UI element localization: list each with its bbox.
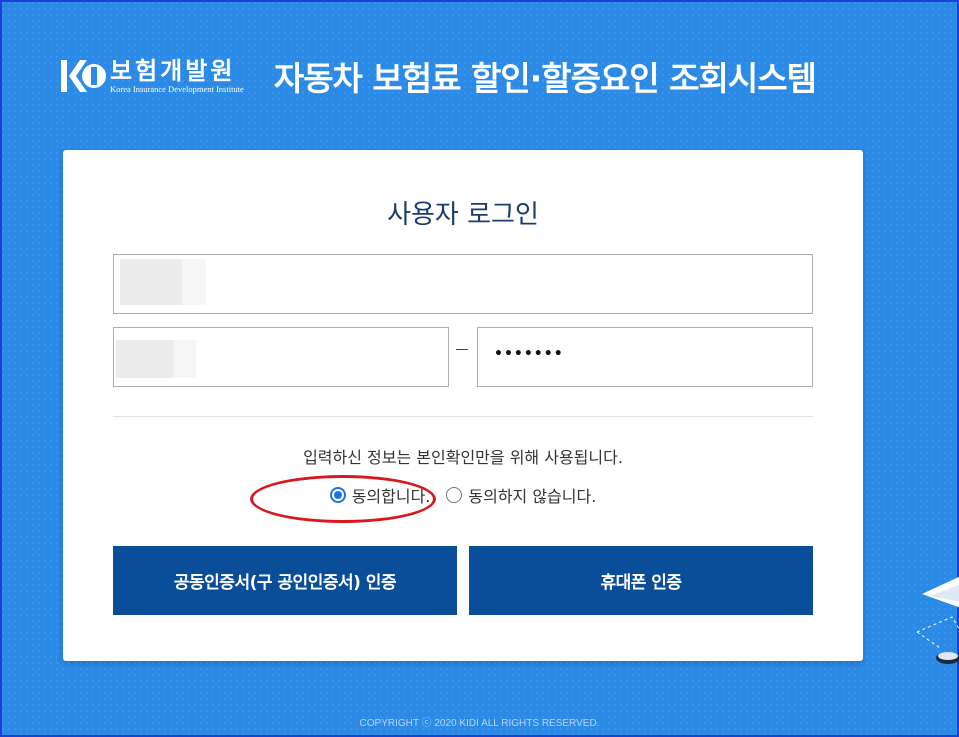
kidi-logo-icon	[60, 58, 106, 94]
disagree-label: 동의하지 않습니다.	[468, 487, 597, 506]
page-header: 보험개발원 Korea Insurance Development Instit…	[60, 54, 817, 98]
name-input[interactable]	[114, 255, 812, 313]
rrn-front-field[interactable]	[113, 327, 449, 387]
disagree-radio-button[interactable]	[446, 487, 463, 503]
consent-radio-group: 동의합니다. 동의하지 않습니다.	[63, 483, 863, 507]
disagree-radio[interactable]: 동의하지 않습니다.	[446, 483, 596, 507]
login-card: 사용자 로그인 ••••••• 입력하신 정보는 본인확인만을 위해 사용됩니다…	[63, 150, 863, 661]
logo-korean-name: 보험개발원	[110, 57, 236, 85]
phone-auth-button[interactable]: 휴대폰 인증	[469, 546, 813, 615]
logo-english-name: Korea Insurance Development Institute	[110, 84, 244, 94]
page-title: 자동차 보험료 할인·할증요인 조회시스템	[273, 59, 817, 98]
redacted-name	[120, 259, 206, 305]
rrn-back-field[interactable]: •••••••	[477, 327, 813, 387]
redacted-rrn-front	[116, 340, 196, 378]
airplane-icon	[912, 572, 959, 682]
login-title: 사용자 로그인	[387, 200, 539, 230]
logo-text: 보험개발원 Korea Insurance Development Instit…	[110, 58, 244, 94]
certificate-auth-button[interactable]: 공동인증서(구 공인인증서) 인증	[113, 546, 457, 615]
rrn-separator	[456, 349, 468, 350]
divider	[113, 416, 813, 417]
kidi-logo[interactable]: 보험개발원 Korea Insurance Development Instit…	[60, 58, 244, 94]
rrn-back-masked: •••••••	[494, 346, 564, 362]
copyright-footer: COPYRIGHT ⓒ 2020 KIDI ALL RIGHTS RESERVE…	[359, 718, 600, 729]
name-field[interactable]	[113, 254, 813, 314]
highlight-ellipse	[250, 475, 436, 523]
privacy-notice: 입력하신 정보는 본인확인만을 위해 사용됩니다.	[303, 448, 623, 467]
